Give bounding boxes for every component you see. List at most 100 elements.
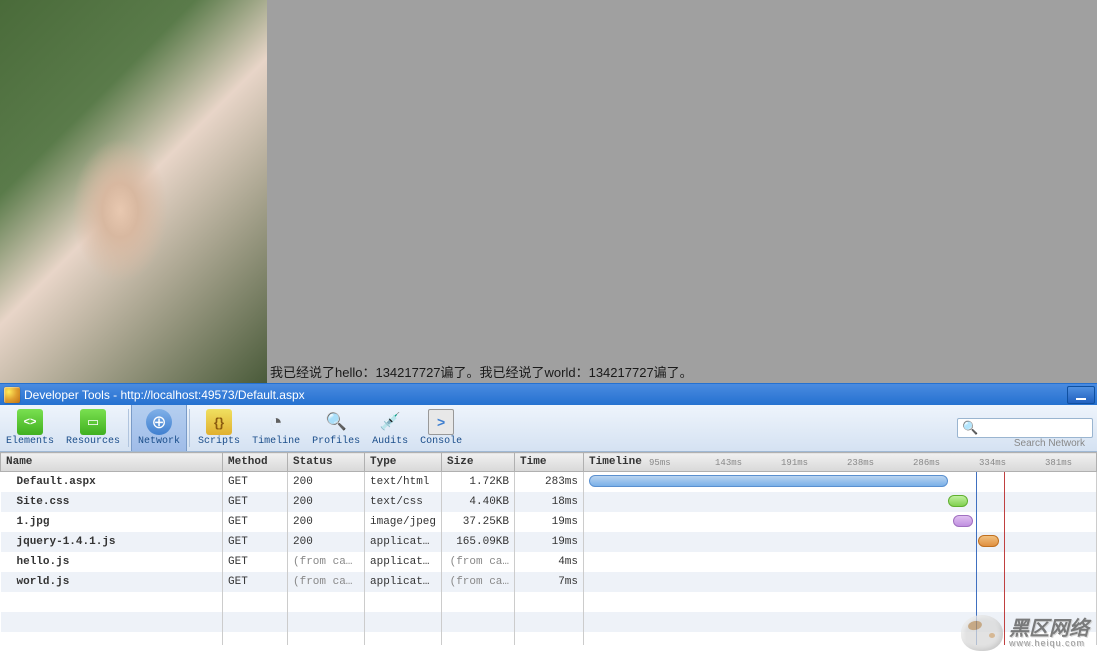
cell-status: 200 xyxy=(288,472,365,492)
devtools-titlebar[interactable]: Developer Tools - http://localhost:49573… xyxy=(0,383,1097,405)
col-type[interactable]: Type xyxy=(365,453,442,472)
table-row[interactable]: hello.jsGET(from ca…applicat…(from ca…4m… xyxy=(1,552,1097,572)
cell-name: hello.js xyxy=(1,552,223,572)
table-row[interactable]: world.jsGET(from ca…applicat…(from ca…7m… xyxy=(1,572,1097,592)
cell-name: world.js xyxy=(1,572,223,592)
cell-size: (from ca… xyxy=(442,552,515,572)
scripts-icon xyxy=(206,409,232,435)
network-icon xyxy=(146,409,172,435)
devtools-toolbar: ElementsResourcesNetworkScriptsTimelineP… xyxy=(0,405,1097,452)
cell-method: GET xyxy=(223,532,288,552)
resources-icon xyxy=(80,409,106,435)
cell-name: jquery-1.4.1.js xyxy=(1,532,223,552)
timeline-tick: 143ms xyxy=(715,458,742,468)
page-photo xyxy=(0,0,267,383)
table-row-empty xyxy=(1,612,1097,632)
cell-type: text/html xyxy=(365,472,442,492)
timeline-icon xyxy=(263,409,289,435)
cell-timeline xyxy=(584,552,1097,572)
cell-name: Site.css xyxy=(1,492,223,512)
console-icon xyxy=(428,409,454,435)
search-icon: 🔍 xyxy=(962,420,978,436)
cell-time: 19ms xyxy=(515,532,584,552)
cell-status: (from ca… xyxy=(288,572,365,592)
cell-size: 165.09KB xyxy=(442,532,515,552)
cell-size: 4.40KB xyxy=(442,492,515,512)
timeline-tick: 191ms xyxy=(781,458,808,468)
minimize-button[interactable] xyxy=(1067,386,1095,404)
cell-status: 200 xyxy=(288,532,365,552)
profiles-icon xyxy=(323,409,349,435)
cell-timeline xyxy=(584,532,1097,552)
cell-timeline xyxy=(584,492,1097,512)
col-size[interactable]: Size xyxy=(442,453,515,472)
timeline-bar xyxy=(948,495,968,507)
network-panel: Name Method Status Type Size Time Timeli… xyxy=(0,452,1097,645)
cell-time: 7ms xyxy=(515,572,584,592)
cell-status: 200 xyxy=(288,492,365,512)
tab-resources[interactable]: Resources xyxy=(60,405,126,451)
cell-name: Default.aspx xyxy=(1,472,223,492)
cell-status: 200 xyxy=(288,512,365,532)
table-row-empty xyxy=(1,592,1097,612)
cell-size: (from ca… xyxy=(442,572,515,592)
table-row[interactable]: Site.cssGET200text/css4.40KB18ms xyxy=(1,492,1097,512)
col-method[interactable]: Method xyxy=(223,453,288,472)
cell-time: 19ms xyxy=(515,512,584,532)
cell-type: text/css xyxy=(365,492,442,512)
col-status[interactable]: Status xyxy=(288,453,365,472)
cell-type: applicat… xyxy=(365,552,442,572)
timeline-tick: 238ms xyxy=(847,458,874,468)
cell-timeline xyxy=(584,472,1097,492)
table-row[interactable]: jquery-1.4.1.jsGET200applicat…165.09KB19… xyxy=(1,532,1097,552)
cell-method: GET xyxy=(223,552,288,572)
table-row-empty xyxy=(1,632,1097,646)
cell-type: image/jpeg xyxy=(365,512,442,532)
cell-size: 37.25KB xyxy=(442,512,515,532)
tab-audits[interactable]: Audits xyxy=(366,405,414,451)
cell-status: (from ca… xyxy=(288,552,365,572)
table-row[interactable]: Default.aspxGET200text/html1.72KB283ms xyxy=(1,472,1097,492)
timeline-tick: 334ms xyxy=(979,458,1006,468)
cell-timeline xyxy=(584,512,1097,532)
tab-elements[interactable]: Elements xyxy=(0,405,60,451)
cell-name: 1.jpg xyxy=(1,512,223,532)
timeline-bar xyxy=(978,535,998,547)
tab-profiles[interactable]: Profiles xyxy=(306,405,366,451)
cell-size: 1.72KB xyxy=(442,472,515,492)
tab-network[interactable]: Network xyxy=(131,405,187,451)
network-table[interactable]: Name Method Status Type Size Time Timeli… xyxy=(0,452,1097,645)
timeline-bar xyxy=(953,515,973,527)
devtools-app-icon xyxy=(4,387,20,403)
cell-type: applicat… xyxy=(365,532,442,552)
timeline-tick: 286ms xyxy=(913,458,940,468)
toolbar-separator xyxy=(128,409,129,447)
cell-method: GET xyxy=(223,472,288,492)
cell-time: 4ms xyxy=(515,552,584,572)
col-time[interactable]: Time xyxy=(515,453,584,472)
tab-timeline[interactable]: Timeline xyxy=(246,405,306,451)
toolbar-separator xyxy=(189,409,190,447)
cell-method: GET xyxy=(223,572,288,592)
elements-icon xyxy=(17,409,43,435)
timeline-tick: 95ms xyxy=(649,458,671,468)
col-name[interactable]: Name xyxy=(1,453,223,472)
cell-time: 18ms xyxy=(515,492,584,512)
tab-console[interactable]: Console xyxy=(414,405,468,451)
cell-type: applicat… xyxy=(365,572,442,592)
cell-time: 283ms xyxy=(515,472,584,492)
search-input[interactable]: 🔍 xyxy=(957,418,1093,438)
timeline-tick: 381ms xyxy=(1045,458,1072,468)
cell-method: GET xyxy=(223,512,288,532)
browser-viewport: 我已经说了hello：134217727谝了。我已经说了world：134217… xyxy=(0,0,1097,383)
cell-method: GET xyxy=(223,492,288,512)
col-timeline[interactable]: Timeline 95ms143ms191ms238ms286ms334ms38… xyxy=(584,453,1097,472)
page-status-text: 我已经说了hello：134217727谝了。我已经说了world：134217… xyxy=(270,362,693,381)
tab-scripts[interactable]: Scripts xyxy=(192,405,246,451)
cell-timeline xyxy=(584,572,1097,592)
timeline-bar xyxy=(589,475,947,487)
devtools-title: Developer Tools - http://localhost:49573… xyxy=(24,388,305,402)
search-placeholder-label: Search Network xyxy=(1002,438,1097,449)
audits-icon xyxy=(377,409,403,435)
table-row[interactable]: 1.jpgGET200image/jpeg37.25KB19ms xyxy=(1,512,1097,532)
